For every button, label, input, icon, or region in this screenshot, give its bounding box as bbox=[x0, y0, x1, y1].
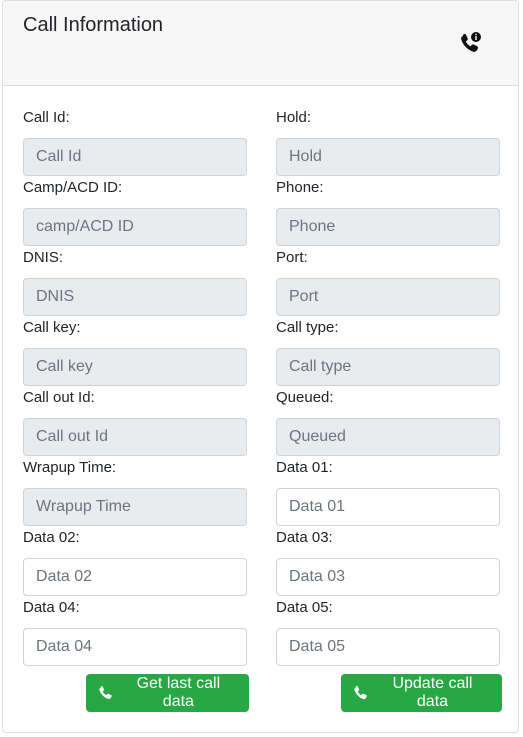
phone-input bbox=[276, 208, 500, 246]
port-field: Port: bbox=[276, 248, 500, 318]
get-last-call-data-label: Get last call data bbox=[136, 675, 221, 710]
data-04-label: Data 04: bbox=[23, 599, 80, 616]
form-row: Data 02: Data 03: bbox=[23, 528, 500, 598]
queued-input bbox=[276, 418, 500, 456]
card-title: Call Information bbox=[23, 14, 164, 36]
camp-acd-id-field: Camp/ACD ID: bbox=[23, 178, 247, 248]
card-header: Call Information bbox=[3, 1, 518, 86]
call-id-label: Call Id: bbox=[23, 109, 70, 126]
call-information-card: Call Information Call Id: Hold: Camp/ACD I… bbox=[2, 0, 519, 733]
queued-field: Queued: bbox=[276, 388, 500, 458]
call-out-id-field: Call out Id: bbox=[23, 388, 247, 458]
get-last-call-data-button[interactable]: Get last call data bbox=[86, 674, 249, 712]
call-type-label: Call type: bbox=[276, 319, 339, 336]
data-03-input[interactable] bbox=[276, 558, 500, 596]
call-id-input bbox=[23, 138, 247, 176]
phone-icon bbox=[354, 686, 367, 700]
form-row: Call Id: Hold: bbox=[23, 108, 500, 178]
hold-label: Hold: bbox=[276, 109, 312, 126]
camp-acd-id-label: Camp/ACD ID: bbox=[23, 179, 123, 196]
port-input bbox=[276, 278, 500, 316]
data-02-label: Data 02: bbox=[23, 529, 80, 546]
call-out-id-label: Call out Id: bbox=[23, 389, 95, 406]
wrapup-time-input bbox=[23, 488, 247, 526]
wrapup-time-label: Wrapup Time: bbox=[23, 459, 117, 476]
call-key-field: Call key: bbox=[23, 318, 247, 388]
phone-info-icon bbox=[461, 32, 481, 52]
call-id-field: Call Id: bbox=[23, 108, 247, 178]
phone-icon bbox=[99, 686, 112, 700]
form-row: Data 04: Data 05: bbox=[23, 598, 500, 668]
dnis-label: DNIS: bbox=[23, 249, 64, 266]
data-04-input[interactable] bbox=[23, 628, 247, 666]
call-key-input bbox=[23, 348, 247, 386]
phone-label: Phone: bbox=[276, 179, 324, 196]
wrapup-time-field: Wrapup Time: bbox=[23, 458, 247, 528]
camp-acd-id-input bbox=[23, 208, 247, 246]
form-row: Wrapup Time: Data 01: bbox=[23, 458, 500, 528]
update-call-data-label: Update call data bbox=[392, 675, 473, 710]
data-02-field: Data 02: bbox=[23, 528, 247, 598]
data-05-field: Data 05: bbox=[276, 598, 500, 668]
data-02-input[interactable] bbox=[23, 558, 247, 596]
data-04-field: Data 04: bbox=[23, 598, 247, 668]
form-row: DNIS: Port: bbox=[23, 248, 500, 318]
call-type-input bbox=[276, 348, 500, 386]
form-row: Call out Id: Queued: bbox=[23, 388, 500, 458]
data-05-label: Data 05: bbox=[276, 599, 333, 616]
data-01-input[interactable] bbox=[276, 488, 500, 526]
queued-label: Queued: bbox=[276, 389, 334, 406]
phone-field: Phone: bbox=[276, 178, 500, 248]
call-key-label: Call key: bbox=[23, 319, 81, 336]
form-row: Call key: Call type: bbox=[23, 318, 500, 388]
data-05-input[interactable] bbox=[276, 628, 500, 666]
data-01-field: Data 01: bbox=[276, 458, 500, 528]
call-type-field: Call type: bbox=[276, 318, 500, 388]
dnis-field: DNIS: bbox=[23, 248, 247, 318]
data-03-field: Data 03: bbox=[276, 528, 500, 598]
data-01-label: Data 01: bbox=[276, 459, 333, 476]
update-call-data-button[interactable]: Update call data bbox=[341, 674, 502, 712]
form-actions: Get last call data Update call data bbox=[3, 674, 518, 714]
dnis-input bbox=[23, 278, 247, 316]
hold-field: Hold: bbox=[276, 108, 500, 178]
data-03-label: Data 03: bbox=[276, 529, 333, 546]
form-row: Camp/ACD ID: Phone: bbox=[23, 178, 500, 248]
call-out-id-input bbox=[23, 418, 247, 456]
hold-input bbox=[276, 138, 500, 176]
port-label: Port: bbox=[276, 249, 308, 266]
call-info-form: Call Id: Hold: Camp/ACD ID: Phone: DNIS: Port… bbox=[23, 108, 500, 668]
